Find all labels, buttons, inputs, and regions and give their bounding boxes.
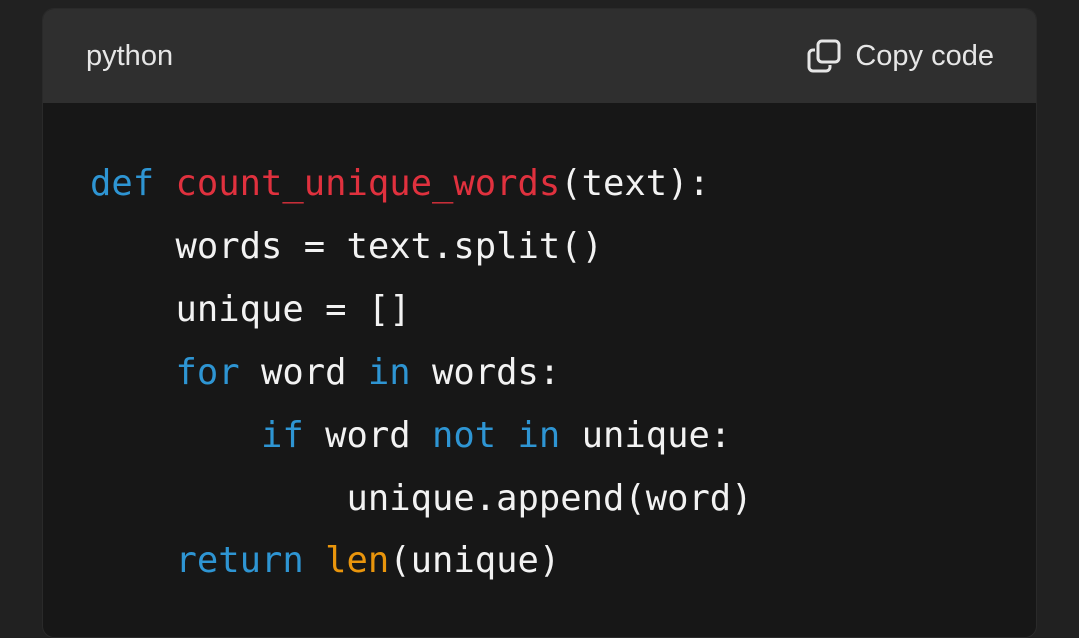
- code-token: if: [260, 414, 304, 456]
- code-token: words = text.split(): [90, 225, 603, 267]
- code-token: in: [367, 351, 411, 393]
- code-token: unique = []: [90, 288, 411, 330]
- code-token: unique.append(word): [90, 477, 753, 519]
- copy-code-button[interactable]: Copy code: [807, 39, 994, 73]
- language-label: python: [86, 39, 174, 72]
- code-block: python Copy code def count_unique_words(…: [42, 8, 1037, 638]
- code-line: def count_unique_words(text):: [90, 153, 753, 216]
- code-token: len: [325, 540, 390, 582]
- code-line: unique = []: [90, 279, 753, 342]
- code-token: words:: [410, 351, 561, 393]
- code-block-header: python Copy code: [43, 9, 1036, 103]
- code-token: def: [90, 163, 155, 204]
- code-token: count_unique_words: [175, 163, 561, 204]
- copy-code-label: Copy code: [855, 39, 994, 72]
- code-token: not: [431, 414, 497, 456]
- code-line: return len(unique): [90, 530, 753, 593]
- code-area: def count_unique_words(text): words = te…: [43, 103, 1036, 581]
- code-token: unique:: [560, 414, 732, 456]
- code-line: unique.append(word): [90, 468, 753, 531]
- code-line: for word in words:: [90, 342, 753, 405]
- code-token: for: [175, 351, 240, 393]
- code-token: return: [175, 540, 304, 582]
- code-token: word: [303, 414, 432, 456]
- copy-icon: [807, 39, 841, 73]
- code-line: words = text.split(): [90, 216, 753, 279]
- code-token: word: [239, 351, 368, 393]
- code-token: (unique): [389, 540, 561, 582]
- code-token: in: [517, 414, 561, 456]
- code-line: if word not in unique:: [90, 405, 753, 468]
- code-content: def count_unique_words(text): words = te…: [90, 153, 753, 593]
- code-token: (text):: [560, 163, 710, 204]
